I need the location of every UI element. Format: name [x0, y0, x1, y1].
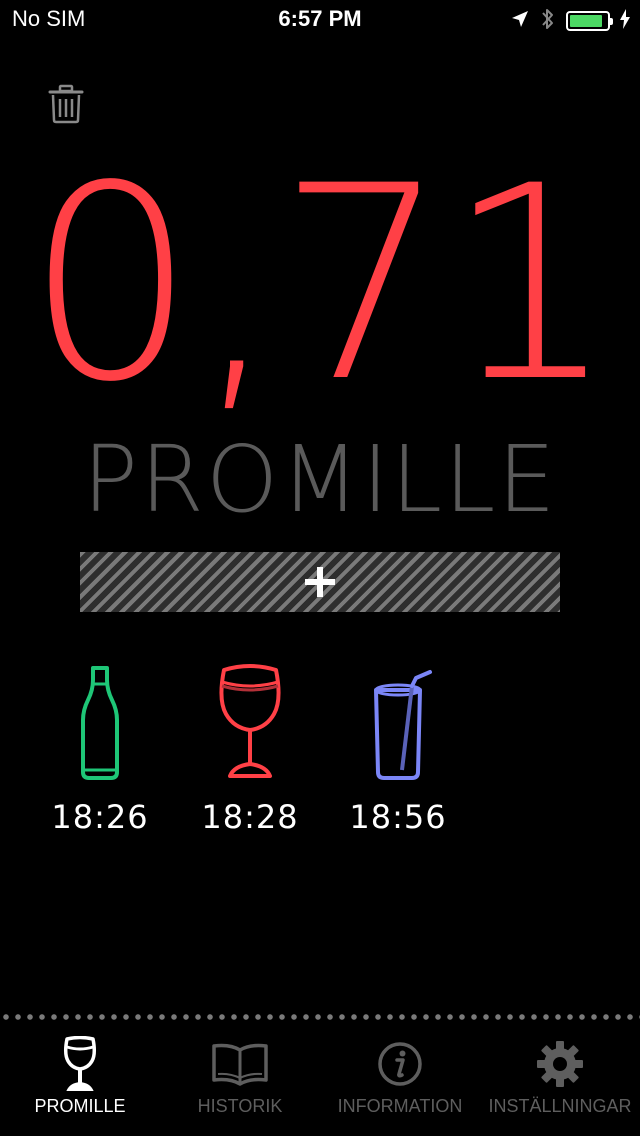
book-icon: [212, 1043, 268, 1086]
promille-value: 0,71: [25, 129, 617, 441]
add-drink-button[interactable]: [80, 552, 560, 612]
tab-label: INFORMATION: [337, 1096, 463, 1116]
clear-button[interactable]: [46, 84, 86, 124]
bluetooth-icon: [540, 6, 556, 36]
plus-icon: [305, 567, 335, 597]
tab-information[interactable]: INFORMATION: [320, 1020, 480, 1136]
beer-bottle-icon: [81, 666, 119, 780]
status-bar: No SIM 6:57 PM: [0, 0, 640, 40]
promille-unit-label: PROMILLE: [82, 426, 558, 533]
tab-promille[interactable]: PROMILLE: [0, 1020, 160, 1136]
drink-glass-straw-icon: [374, 670, 432, 780]
drink-time: 18:26: [51, 798, 149, 836]
drink-item[interactable]: 18:28: [190, 660, 310, 850]
tab-label: HISTORIK: [197, 1096, 283, 1116]
location-arrow-icon: [510, 9, 530, 33]
wine-glass-icon: [63, 1036, 97, 1091]
wine-glass-icon: [219, 664, 281, 778]
status-icons: [510, 8, 630, 34]
charging-bolt-icon: [620, 9, 630, 33]
tab-historik[interactable]: HISTORIK: [160, 1020, 320, 1136]
gear-icon: [537, 1041, 583, 1087]
battery-level: [570, 15, 602, 27]
tab-label: PROMILLE: [34, 1096, 126, 1116]
drink-time: 18:28: [201, 798, 299, 836]
info-icon: [378, 1042, 422, 1086]
trash-icon: [48, 84, 84, 124]
tab-label: INSTÄLLNINGAR: [488, 1096, 632, 1116]
tab-installningar[interactable]: INSTÄLLNINGAR: [480, 1020, 640, 1136]
drink-item[interactable]: 18:56: [338, 660, 458, 850]
battery-icon: [566, 11, 613, 31]
drink-item[interactable]: 18:26: [40, 660, 160, 850]
tab-bar: PROMILLE HISTORIK INFORMATION INSTÄLLNIN…: [0, 1020, 640, 1136]
drink-time: 18:56: [349, 798, 447, 836]
